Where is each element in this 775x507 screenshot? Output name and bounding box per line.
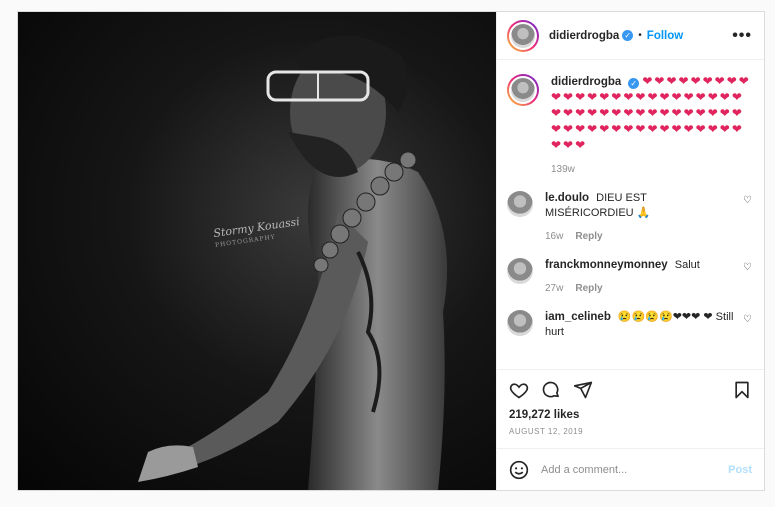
- add-comment-bar: Add a comment... Post: [497, 448, 764, 490]
- follow-button[interactable]: Follow: [647, 30, 683, 42]
- post-date[interactable]: AUGUST 12, 2019: [497, 421, 764, 448]
- comment-text: Salut: [674, 259, 700, 271]
- comment-time[interactable]: 16w: [545, 231, 563, 242]
- comment-avatar[interactable]: [507, 258, 533, 284]
- heart-icon[interactable]: [509, 380, 529, 400]
- comment-meta: 27w Reply: [545, 281, 737, 296]
- comment-username[interactable]: iam_celineb: [545, 311, 611, 323]
- comment-item: le.doulo DIEU EST MISÉRICORDIEU 🙏 16w Rep…: [507, 191, 752, 244]
- photo-subject: [138, 35, 448, 490]
- separator-dot: •: [638, 30, 642, 41]
- emoji-icon[interactable]: [509, 460, 529, 480]
- comment-item: iam_celineb 😢😢😢😢❤❤❤ ❤ Still hurt ♡: [507, 310, 752, 340]
- caption-time[interactable]: 139w: [551, 162, 752, 177]
- caption-username[interactable]: didierdrogba: [551, 76, 621, 88]
- reply-button[interactable]: Reply: [575, 231, 602, 242]
- bookmark-icon[interactable]: [732, 380, 752, 400]
- comment-like-heart-icon[interactable]: ♡: [743, 314, 752, 340]
- post-comment-button[interactable]: Post: [728, 464, 752, 476]
- more-options-icon[interactable]: •••: [732, 27, 752, 43]
- verified-badge-icon: ✓: [622, 30, 634, 41]
- comment-body: iam_celineb 😢😢😢😢❤❤❤ ❤ Still hurt: [545, 310, 737, 340]
- comment-like-heart-icon[interactable]: ♡: [743, 195, 752, 244]
- comment-username[interactable]: le.doulo: [545, 192, 589, 204]
- comment-avatar[interactable]: [507, 191, 533, 217]
- author-username[interactable]: didierdrogba: [549, 30, 619, 42]
- comment-icon[interactable]: [541, 380, 561, 400]
- comment-username[interactable]: franckmonneymonney: [545, 259, 668, 271]
- comments-list[interactable]: didierdrogba ✓ ❤❤❤❤❤❤❤❤❤❤❤❤❤❤❤❤❤❤❤❤❤❤❤❤❤❤…: [497, 60, 764, 369]
- comment-item: franckmonneymonney Salut 27w Reply ♡: [507, 258, 752, 296]
- likes-count[interactable]: 219,272 likes: [497, 409, 764, 421]
- comment-body: franckmonneymonney Salut 27w Reply: [545, 258, 737, 296]
- verified-badge-icon: ✓: [628, 78, 640, 89]
- action-bar: [497, 369, 764, 409]
- caption-body: didierdrogba ✓ ❤❤❤❤❤❤❤❤❤❤❤❤❤❤❤❤❤❤❤❤❤❤❤❤❤❤…: [551, 74, 752, 177]
- post-photo[interactable]: Stormy Kouassi PHOTOGRAPHY: [18, 12, 496, 490]
- comment-like-heart-icon[interactable]: ♡: [743, 262, 752, 296]
- comment-time[interactable]: 27w: [545, 283, 563, 294]
- instagram-post: Stormy Kouassi PHOTOGRAPHY didierdrogba …: [17, 11, 765, 491]
- caption-avatar[interactable]: [507, 74, 539, 106]
- share-icon[interactable]: [573, 380, 593, 400]
- reply-button[interactable]: Reply: [575, 283, 602, 294]
- add-comment-input[interactable]: Add a comment...: [541, 464, 728, 476]
- comment-body: le.doulo DIEU EST MISÉRICORDIEU 🙏 16w Rep…: [545, 191, 737, 244]
- author-avatar[interactable]: [507, 19, 539, 52]
- caption: didierdrogba ✓ ❤❤❤❤❤❤❤❤❤❤❤❤❤❤❤❤❤❤❤❤❤❤❤❤❤❤…: [507, 74, 752, 177]
- comment-avatar[interactable]: [507, 310, 533, 336]
- post-sidebar: didierdrogba ✓ • Follow ••• didierdrogba…: [496, 12, 764, 490]
- post-header: didierdrogba ✓ • Follow •••: [497, 12, 764, 60]
- comment-meta: 16w Reply: [545, 229, 737, 244]
